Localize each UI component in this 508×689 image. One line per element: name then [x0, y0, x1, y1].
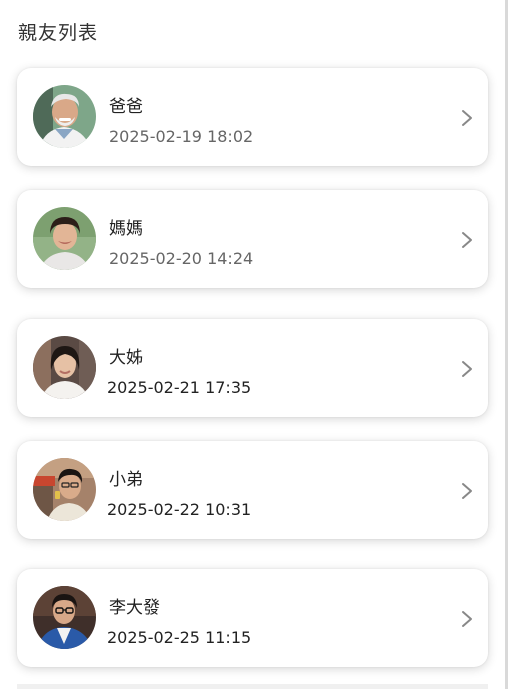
businessman-avatar — [33, 586, 96, 649]
contact-name: 大姊 — [109, 348, 143, 368]
chevron-right-icon — [462, 361, 472, 377]
chevron-right-icon — [462, 611, 472, 627]
contact-time: 2025-02-20 14:24 — [109, 249, 254, 268]
contact-time: 2025-02-25 11:15 — [107, 628, 252, 647]
contact-name: 李大發 — [109, 598, 160, 618]
contact-card-older-sister[interactable]: 大姊 2025-02-21 17:35 — [17, 319, 488, 417]
chevron-right-icon — [462, 232, 472, 248]
chevron-right-icon — [462, 483, 472, 499]
contact-card-younger-brother[interactable]: 小弟 2025-02-22 10:31 — [17, 441, 488, 539]
page-title: 親友列表 — [18, 22, 99, 44]
young-woman-avatar — [33, 336, 96, 399]
contact-name: 媽媽 — [109, 219, 143, 239]
contact-card-li-dafa[interactable]: 李大發 2025-02-25 11:15 — [17, 569, 488, 667]
contact-name: 小弟 — [109, 470, 143, 490]
chevron-right-icon — [462, 110, 472, 126]
contact-name: 爸爸 — [109, 97, 143, 117]
contact-card-mom[interactable]: 媽媽 2025-02-20 14:24 — [17, 190, 488, 288]
contact-time: 2025-02-21 17:35 — [107, 378, 252, 397]
elderly-man-avatar — [33, 85, 96, 148]
elderly-woman-avatar — [33, 207, 96, 270]
next-card-edge — [17, 684, 488, 689]
contact-card-dad[interactable]: 爸爸 2025-02-19 18:02 — [17, 68, 488, 166]
contact-time: 2025-02-22 10:31 — [107, 500, 252, 519]
young-man-avatar — [33, 458, 96, 521]
contact-time: 2025-02-19 18:02 — [109, 127, 254, 146]
